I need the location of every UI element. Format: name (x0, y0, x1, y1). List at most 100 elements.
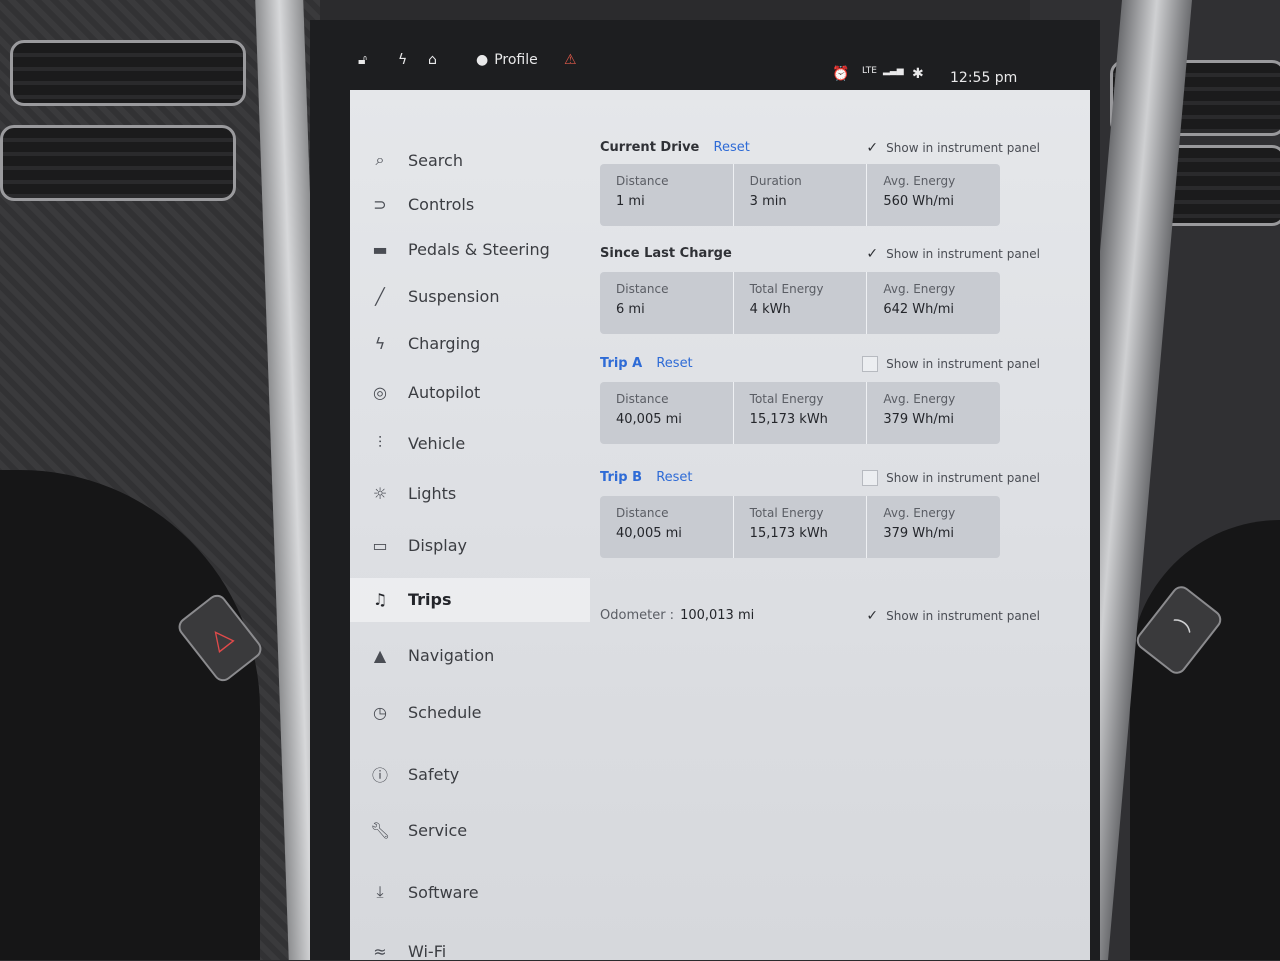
stat-value: 3 min (749, 194, 787, 209)
current-drive-reset-button[interactable]: Reset (714, 140, 750, 155)
sidebar-item-label: Controls (408, 195, 475, 214)
glovebox-icon: ⌒ (1161, 615, 1194, 649)
stat-total-energy: Total Energy 4 kWh (734, 272, 868, 334)
download-icon: ⤓ (376, 882, 384, 901)
hazard-triangle-icon: △ (202, 620, 238, 656)
stat-avg-energy: Avg. Energy 560 Wh/mi (867, 164, 1000, 226)
clock-icon: ◷ (373, 703, 387, 722)
sidebar-item-wifi[interactable]: ≈ Wi-Fi (370, 942, 446, 961)
trip-a-reset-button[interactable]: Reset (656, 356, 692, 371)
sidebar-item-safety[interactable]: ⓘ Safety (370, 762, 459, 786)
stat-value: 40,005 mi (616, 412, 682, 427)
sidebar-item-software[interactable]: ⤓ Software (370, 882, 479, 902)
search-icon: ⌕ (375, 150, 385, 169)
stat-value: 6 mi (616, 302, 645, 317)
sidebar-item-navigation[interactable]: ▲ Navigation (370, 646, 494, 665)
sidebar-item-label: Lights (408, 484, 457, 503)
stat-distance: Distance 40,005 mi (600, 382, 734, 444)
stat-avg-energy: Avg. Energy 642 Wh/mi (867, 272, 1000, 334)
section-title: Current Drive (600, 140, 700, 155)
touchscreen: 🔓︎ ϟ ⌂ ● Profile ⚠ ⏰ LTE ▂▃▅ ✱ 12:55 pm ⌕… (310, 20, 1100, 961)
settings-sidebar: ⌕ Search ⊃ Controls ▬ Pedals & Steering … (350, 90, 590, 961)
stat-label: Total Energy (749, 282, 824, 296)
sidebar-item-service[interactable]: 🔧︎ Service (370, 821, 467, 840)
sidebar-item-label: Navigation (408, 646, 495, 665)
sidebar-item-trips[interactable]: ♫ Trips (370, 590, 452, 609)
stat-value: 379 Wh/mi (883, 526, 955, 541)
since-last-charge-header: Since Last Charge ✓ Show in instrument p… (600, 246, 1040, 266)
odometer-row: Odometer : 100,013 mi ✓ Show in instrumen… (600, 608, 1040, 624)
stat-avg-energy: Avg. Energy 379 Wh/mi (867, 496, 1000, 558)
sidebar-item-label: Wi-Fi (408, 942, 447, 961)
sidebar-item-controls[interactable]: ⊃ Controls (370, 195, 474, 214)
odometer-show-checkbox[interactable]: ✓ Show in instrument panel (866, 608, 1040, 624)
checkbox-label: Show in instrument panel (886, 141, 1040, 155)
since-last-charge-stats: Distance 6 mi Total Energy 4 kWh Avg. En… (600, 272, 1000, 334)
sliders-icon: ⫶ (377, 433, 382, 452)
checkbox-box (862, 356, 879, 372)
sidebar-item-autopilot[interactable]: ◎ Autopilot (370, 383, 480, 402)
profile-button[interactable]: ● Profile (476, 52, 538, 68)
stat-value: 15,173 kWh (749, 526, 828, 541)
sidebar-item-search[interactable]: ⌕ Search (370, 150, 463, 170)
bolt-icon[interactable]: ϟ (398, 52, 407, 68)
sidebar-item-label: Schedule (408, 703, 482, 722)
sun-icon: ☼ (372, 484, 388, 503)
stat-distance: Distance 6 mi (600, 272, 734, 334)
stat-label: Total Energy (749, 392, 824, 406)
sidebar-item-pedals-steering[interactable]: ▬ Pedals & Steering (370, 240, 549, 259)
sidebar-item-label: Service (408, 821, 468, 840)
sidebar-item-vehicle[interactable]: ⫶ Vehicle (370, 433, 465, 453)
stat-distance: Distance 1 mi (600, 164, 734, 226)
stat-value: 642 Wh/mi (883, 302, 955, 317)
sidebar-item-charging[interactable]: ϟ Charging (370, 334, 481, 353)
trip-a-show-checkbox[interactable]: Show in instrument panel (862, 356, 1040, 372)
trip-b-reset-button[interactable]: Reset (656, 470, 692, 485)
sidebar-item-lights[interactable]: ☼ Lights (370, 484, 456, 503)
checkbox-label: Show in instrument panel (886, 609, 1040, 623)
bluetooth-icon[interactable]: ✱ (912, 66, 924, 82)
homelink-icon[interactable]: ⌂ (428, 52, 437, 68)
stat-distance: Distance 40,005 mi (600, 496, 734, 558)
sidebar-item-label: Trips (408, 590, 452, 609)
sidebar-item-label: Search (408, 150, 463, 170)
sidebar-item-schedule[interactable]: ◷ Schedule (370, 703, 482, 722)
sidebar-item-suspension[interactable]: ╱ Suspension (370, 287, 499, 306)
section-title: Trip B (600, 470, 643, 485)
signal-bars-icon: ▂▃▅ (882, 66, 904, 76)
suspension-icon: ╱ (375, 287, 385, 306)
trip-b-stats: Distance 40,005 mi Total Energy 15,173 k… (600, 496, 1000, 558)
stat-value: 379 Wh/mi (883, 412, 955, 427)
navigation-arrow-icon: ▲ (373, 646, 387, 665)
warning-icon[interactable]: ⚠ (564, 52, 577, 68)
trip-a-stats: Distance 40,005 mi Total Energy 15,173 k… (600, 382, 1000, 444)
since-last-charge-show-checkbox[interactable]: ✓ Show in instrument panel (866, 246, 1040, 262)
display-icon: ▭ (372, 536, 388, 555)
checkbox-label: Show in instrument panel (886, 247, 1040, 261)
clock-time: 12:55 pm (950, 70, 1018, 86)
checkbox-label: Show in instrument panel (886, 471, 1040, 485)
checkbox-label: Show in instrument panel (886, 357, 1040, 371)
sidebar-item-label: Vehicle (408, 433, 466, 453)
steering-wheel-icon: ◎ (373, 383, 387, 402)
stat-value: 4 kWh (749, 302, 791, 317)
toggle-icon: ⊃ (373, 195, 387, 214)
car-icon: ▬ (372, 240, 388, 259)
section-title: Since Last Charge (600, 246, 732, 261)
stat-label: Avg. Energy (883, 282, 956, 296)
alarm-clock-icon: ⏰ (832, 66, 850, 82)
sidebar-item-label: Software (408, 882, 479, 902)
stat-value: 15,173 kWh (749, 412, 828, 427)
trips-icon: ♫ (372, 590, 388, 609)
current-drive-header: Current Drive Reset ✓ Show in instrument… (600, 140, 1040, 160)
current-drive-stats: Distance 1 mi Duration 3 min Avg. Energy… (600, 164, 1000, 226)
lock-icon[interactable]: 🔓︎ (358, 52, 367, 68)
section-title: Trip A (600, 356, 643, 371)
sidebar-item-display[interactable]: ▭ Display (370, 536, 467, 555)
trip-b-show-checkbox[interactable]: Show in instrument panel (862, 470, 1040, 486)
stat-total-energy: Total Energy 15,173 kWh (734, 496, 868, 558)
current-drive-show-checkbox[interactable]: ✓ Show in instrument panel (866, 140, 1040, 156)
profile-label: Profile (494, 52, 538, 68)
stat-duration: Duration 3 min (734, 164, 868, 226)
stat-label: Avg. Energy (883, 174, 956, 188)
